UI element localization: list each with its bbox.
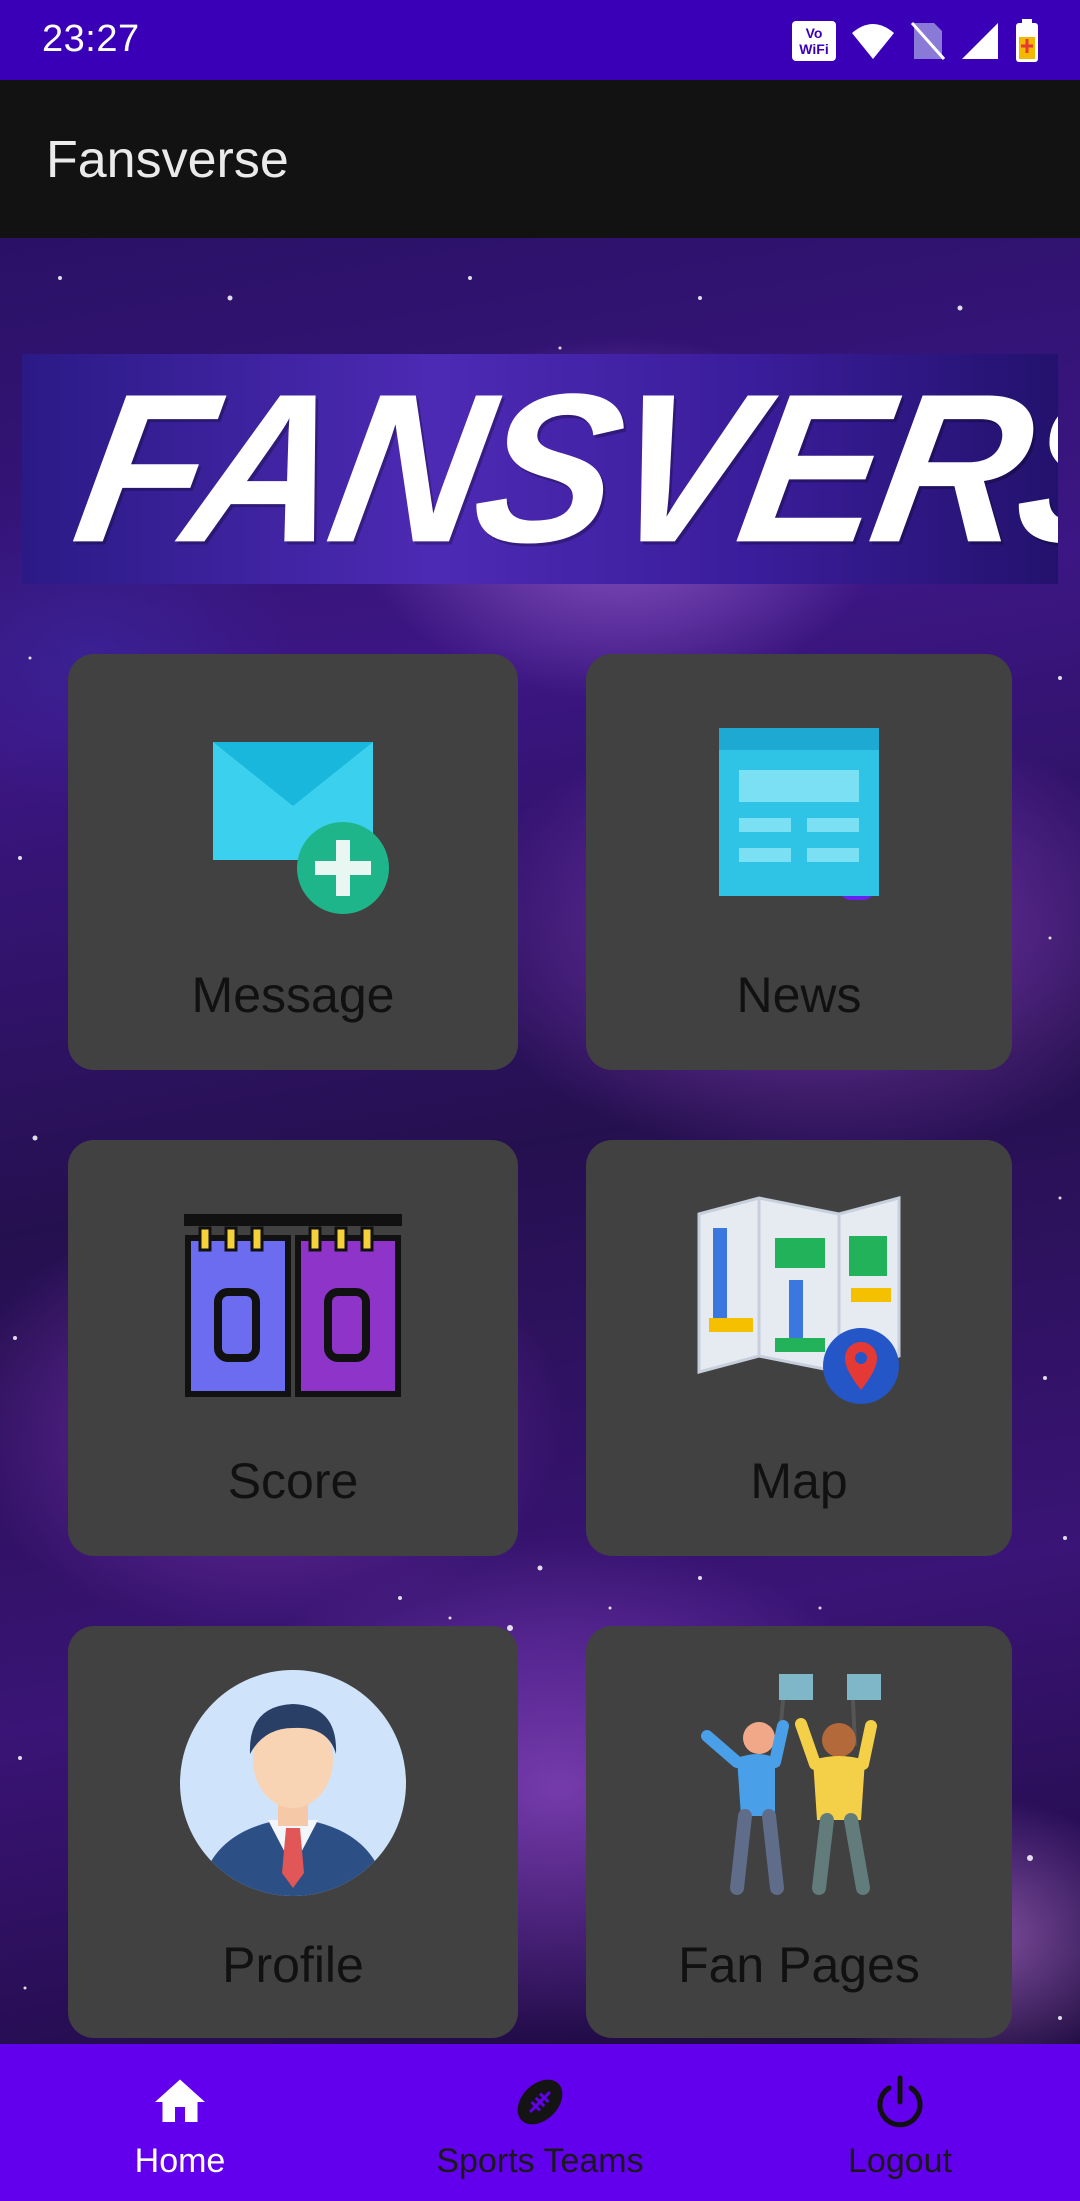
map-pin-icon <box>586 1188 1012 1408</box>
tile-label-message: Message <box>191 967 395 1023</box>
mail-add-icon <box>68 734 518 934</box>
tile-map[interactable]: Map <box>586 1140 1012 1556</box>
app-bar: Fansverse <box>0 80 1080 238</box>
tile-message[interactable]: Message <box>68 654 518 1070</box>
tile-score[interactable]: Score <box>68 1140 518 1556</box>
nav-label-logout: Logout <box>848 2142 952 2180</box>
tile-news[interactable]: News <box>586 654 1012 1070</box>
tile-label-map: Map <box>750 1453 848 1509</box>
nav-label-sports-teams: Sports Teams <box>436 2142 644 2180</box>
banner-logo-text: FANSVERSE <box>61 354 1058 584</box>
nav-item-logout[interactable]: Logout <box>720 2044 1080 2201</box>
scoreboard-icon <box>68 1208 518 1408</box>
nav-item-sports-teams[interactable]: Sports Teams <box>360 2044 720 2201</box>
battery-charging-icon <box>1016 19 1038 62</box>
tile-label-fan-pages: Fan Pages <box>678 1937 920 1993</box>
vowifi-icon: Vo WiFi <box>792 21 836 61</box>
status-icons: Vo WiFi <box>792 18 1040 64</box>
tile-label-news: News <box>736 967 862 1023</box>
tile-profile[interactable]: Profile <box>68 1626 518 2038</box>
status-time: 23:27 <box>42 18 140 60</box>
vowifi-line1: Vo <box>805 25 823 41</box>
football-icon <box>360 2072 720 2132</box>
power-icon <box>720 2072 1080 2132</box>
tile-label-score: Score <box>227 1453 359 1509</box>
nav-label-home: Home <box>134 2142 226 2180</box>
newspaper-icon <box>586 726 1012 906</box>
status-bar: 23:27 Vo WiFi <box>0 0 1080 80</box>
no-sim-icon <box>910 22 946 60</box>
wifi-icon <box>852 24 894 59</box>
home-icon <box>0 2072 360 2132</box>
tile-fan-pages[interactable]: Fan Pages <box>586 1626 1012 2038</box>
app-title: Fansverse <box>46 131 289 189</box>
nav-item-home[interactable]: Home <box>0 2044 360 2201</box>
profile-avatar-icon <box>68 1668 518 1898</box>
fansverse-banner: FANSVERSE <box>22 354 1058 584</box>
vowifi-line2: WiFi <box>799 41 829 57</box>
fans-cheering-icon <box>586 1666 1012 1896</box>
bottom-navigation: Home Sports Teams Logout <box>0 2044 1080 2201</box>
signal-icon <box>962 23 998 59</box>
tile-label-profile: Profile <box>222 1937 364 1993</box>
